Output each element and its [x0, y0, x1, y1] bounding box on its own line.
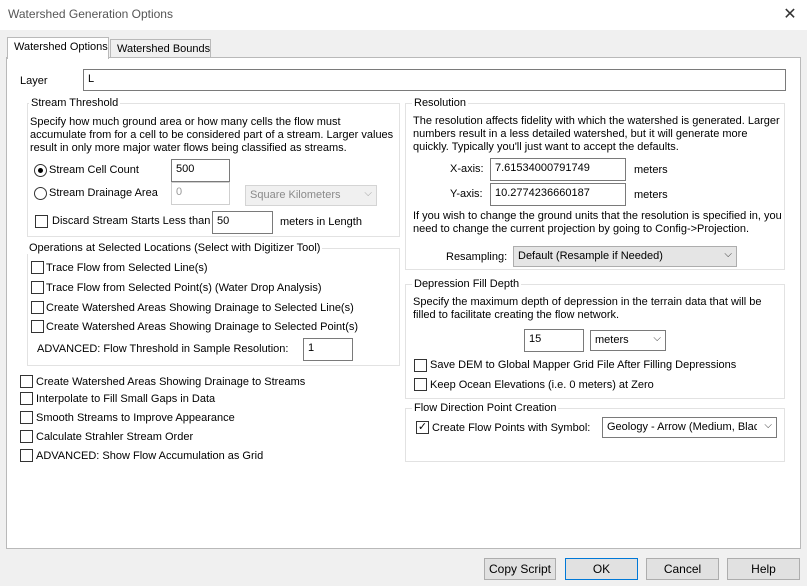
create-flow-points-checkbox[interactable]: ✓ [416, 421, 429, 434]
keep-ocean-checkbox[interactable] [414, 378, 427, 391]
stream-cell-count-radio[interactable] [34, 164, 47, 177]
y-axis-label: Y-axis: [450, 188, 483, 200]
depression-unit-value: meters [595, 334, 629, 346]
trace-flow-points-label: Trace Flow from Selected Point(s) (Water… [46, 282, 322, 294]
check-icon: ✓ [417, 421, 428, 433]
watershed-lines-label: Create Watershed Areas Showing Drainage … [46, 302, 354, 314]
chevron-down-icon: ⌵ [764, 420, 772, 431]
depression-unit-select[interactable]: meters ⌵ [590, 330, 666, 351]
discard-length-input[interactable]: 50 [212, 211, 273, 234]
flow-threshold-label: ADVANCED: Flow Threshold in Sample Resol… [37, 343, 289, 355]
trace-flow-lines-checkbox[interactable] [31, 261, 44, 274]
title-bar: Watershed Generation Options ✕ [0, 0, 807, 30]
stream-drainage-area-radio[interactable] [34, 187, 47, 200]
cancel-button[interactable]: Cancel [646, 558, 719, 580]
copy-script-button[interactable]: Copy Script [484, 558, 556, 580]
create-flow-points-label: Create Flow Points with Symbol: [432, 422, 591, 434]
trace-flow-lines-label: Trace Flow from Selected Line(s) [46, 262, 208, 274]
stream-drainage-area-input[interactable]: 0 [171, 182, 230, 205]
ok-button[interactable]: OK [565, 558, 638, 580]
resolution-title: Resolution [412, 97, 468, 109]
watershed-points-checkbox[interactable] [31, 320, 44, 333]
tab-watershed-bounds[interactable]: Watershed Bounds [110, 39, 211, 59]
close-icon[interactable]: ✕ [776, 3, 804, 27]
flow-threshold-input[interactable]: 1 [303, 338, 353, 361]
save-dem-label: Save DEM to Global Mapper Grid File Afte… [430, 359, 737, 371]
discard-stream-starts-checkbox[interactable] [35, 215, 48, 228]
smooth-streams-label: Smooth Streams to Improve Appearance [36, 412, 235, 424]
watershed-lines-checkbox[interactable] [31, 301, 44, 314]
save-dem-checkbox[interactable] [414, 359, 427, 372]
chevron-down-icon: ⌵ [364, 188, 372, 199]
depression-depth-input[interactable]: 15 [524, 329, 584, 352]
stream-drainage-area-label: Stream Drainage Area [49, 187, 158, 199]
depression-title: Depression Fill Depth [412, 278, 522, 290]
help-button[interactable]: Help [727, 558, 800, 580]
depression-description: Specify the maximum depth of depression … [413, 296, 762, 321]
stream-threshold-title: Stream Threshold [29, 97, 121, 109]
flow-accumulation-label: ADVANCED: Show Flow Accumulation as Grid [36, 450, 264, 462]
strahler-order-checkbox[interactable] [20, 430, 33, 443]
watershed-streams-checkbox[interactable] [20, 375, 33, 388]
drainage-area-unit-value: Square Kilometers [250, 189, 341, 201]
resolution-projection-note: If you wish to change the ground units t… [413, 210, 782, 235]
operations-title: Operations at Selected Locations (Select… [27, 242, 323, 254]
watershed-points-label: Create Watershed Areas Showing Drainage … [46, 321, 359, 333]
stream-cell-count-input[interactable]: 500 [171, 159, 230, 182]
flow-symbol-value: Geology - Arrow (Medium, Black) [607, 421, 757, 433]
watershed-streams-label: Create Watershed Areas Showing Drainage … [36, 376, 306, 388]
radio-selected-dot [38, 168, 43, 173]
chevron-down-icon: ⌵ [653, 333, 661, 344]
flow-direction-title: Flow Direction Point Creation [412, 402, 559, 414]
chevron-down-icon: ⌵ [724, 249, 732, 260]
stream-cell-count-label: Stream Cell Count [49, 164, 139, 176]
drainage-area-unit-select[interactable]: Square Kilometers ⌵ [245, 185, 377, 206]
tab-watershed-options[interactable]: Watershed Options [7, 37, 109, 59]
resampling-label: Resampling: [446, 251, 508, 263]
y-axis-unit: meters [634, 189, 668, 201]
x-axis-label: X-axis: [450, 163, 484, 175]
keep-ocean-label: Keep Ocean Elevations (i.e. 0 meters) at… [430, 379, 654, 391]
resampling-value: Default (Resample if Needed) [518, 250, 663, 262]
x-axis-input[interactable]: 7.61534000791749 [490, 158, 626, 181]
x-axis-unit: meters [634, 164, 668, 176]
flow-accumulation-checkbox[interactable] [20, 449, 33, 462]
discard-stream-starts-label: Discard Stream Starts Less than [52, 215, 211, 227]
layer-input[interactable]: L [83, 69, 786, 91]
window-title: Watershed Generation Options [8, 7, 173, 21]
interpolate-gaps-checkbox[interactable] [20, 392, 33, 405]
interpolate-gaps-label: Interpolate to Fill Small Gaps in Data [36, 393, 216, 405]
y-axis-input[interactable]: 10.2774236660187 [490, 183, 626, 206]
flow-symbol-select[interactable]: Geology - Arrow (Medium, Black) ⌵ [602, 417, 777, 438]
layer-label: Layer [20, 75, 48, 87]
smooth-streams-checkbox[interactable] [20, 411, 33, 424]
trace-flow-points-checkbox[interactable] [31, 281, 44, 294]
resolution-description: The resolution affects fidelity with whi… [413, 115, 780, 153]
stream-threshold-description: Specify how much ground area or how many… [30, 116, 394, 154]
resampling-select[interactable]: Default (Resample if Needed) ⌵ [513, 246, 737, 267]
strahler-order-label: Calculate Strahler Stream Order [36, 431, 194, 443]
discard-length-unit: meters in Length [280, 216, 362, 228]
